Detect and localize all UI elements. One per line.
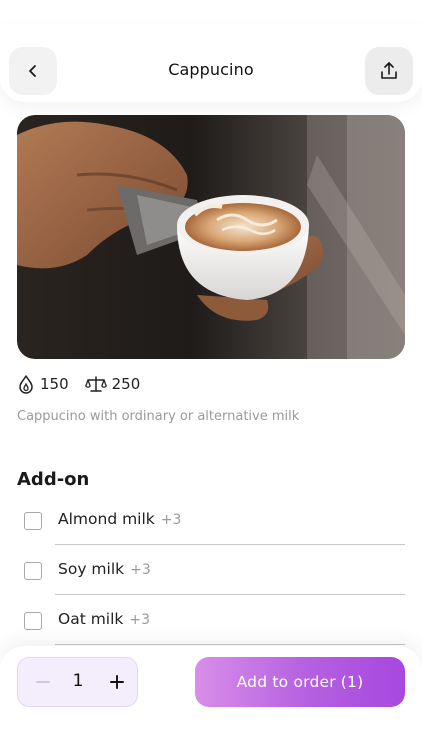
minus-icon [36,681,50,683]
calories-value: 150 [40,375,69,393]
quantity-value: 1 [72,671,84,691]
addon-item[interactable]: Soy milk +3 [0,560,422,612]
add-to-order-count: (1) [340,673,364,691]
product-stats: 150 250 [17,374,156,394]
weight-value: 250 [111,375,141,393]
flame-drop-icon [19,375,33,394]
addon-item[interactable]: Almond milk +3 [0,510,422,562]
scale-icon [84,376,107,392]
order-bar: 1 Add to order (1) [0,646,422,750]
decrease-button[interactable] [30,669,56,695]
weight-stat: 250 [84,374,141,394]
calories-stat: 150 [17,374,69,394]
add-to-order-label: Add to order [236,673,336,691]
addon-name: Almond milk [58,510,155,528]
addon-section-title: Add-on [17,469,90,490]
addon-price: +3 [160,512,182,528]
share-upload-icon [381,62,397,79]
addon-name: Soy milk [58,560,125,578]
addon-checkbox[interactable] [24,512,42,530]
divider [55,644,405,645]
increase-button[interactable] [104,669,130,695]
divider [55,544,405,545]
addon-price: +3 [130,562,151,578]
addon-name: Oat milk [58,610,124,628]
addon-checkbox[interactable] [24,612,42,630]
add-to-order-button[interactable]: Add to order (1) [195,657,405,707]
top-header: Cappucino [0,24,422,102]
quantity-stepper: 1 [17,657,138,707]
addon-price: +3 [129,612,151,628]
product-description: Cappucino with ordinary or alternative m… [17,409,300,424]
share-button[interactable] [365,47,413,95]
product-photo [17,115,405,359]
addon-checkbox[interactable] [24,562,42,580]
plus-icon [110,675,124,689]
page-title: Cappucino [168,60,254,79]
divider [55,594,405,595]
